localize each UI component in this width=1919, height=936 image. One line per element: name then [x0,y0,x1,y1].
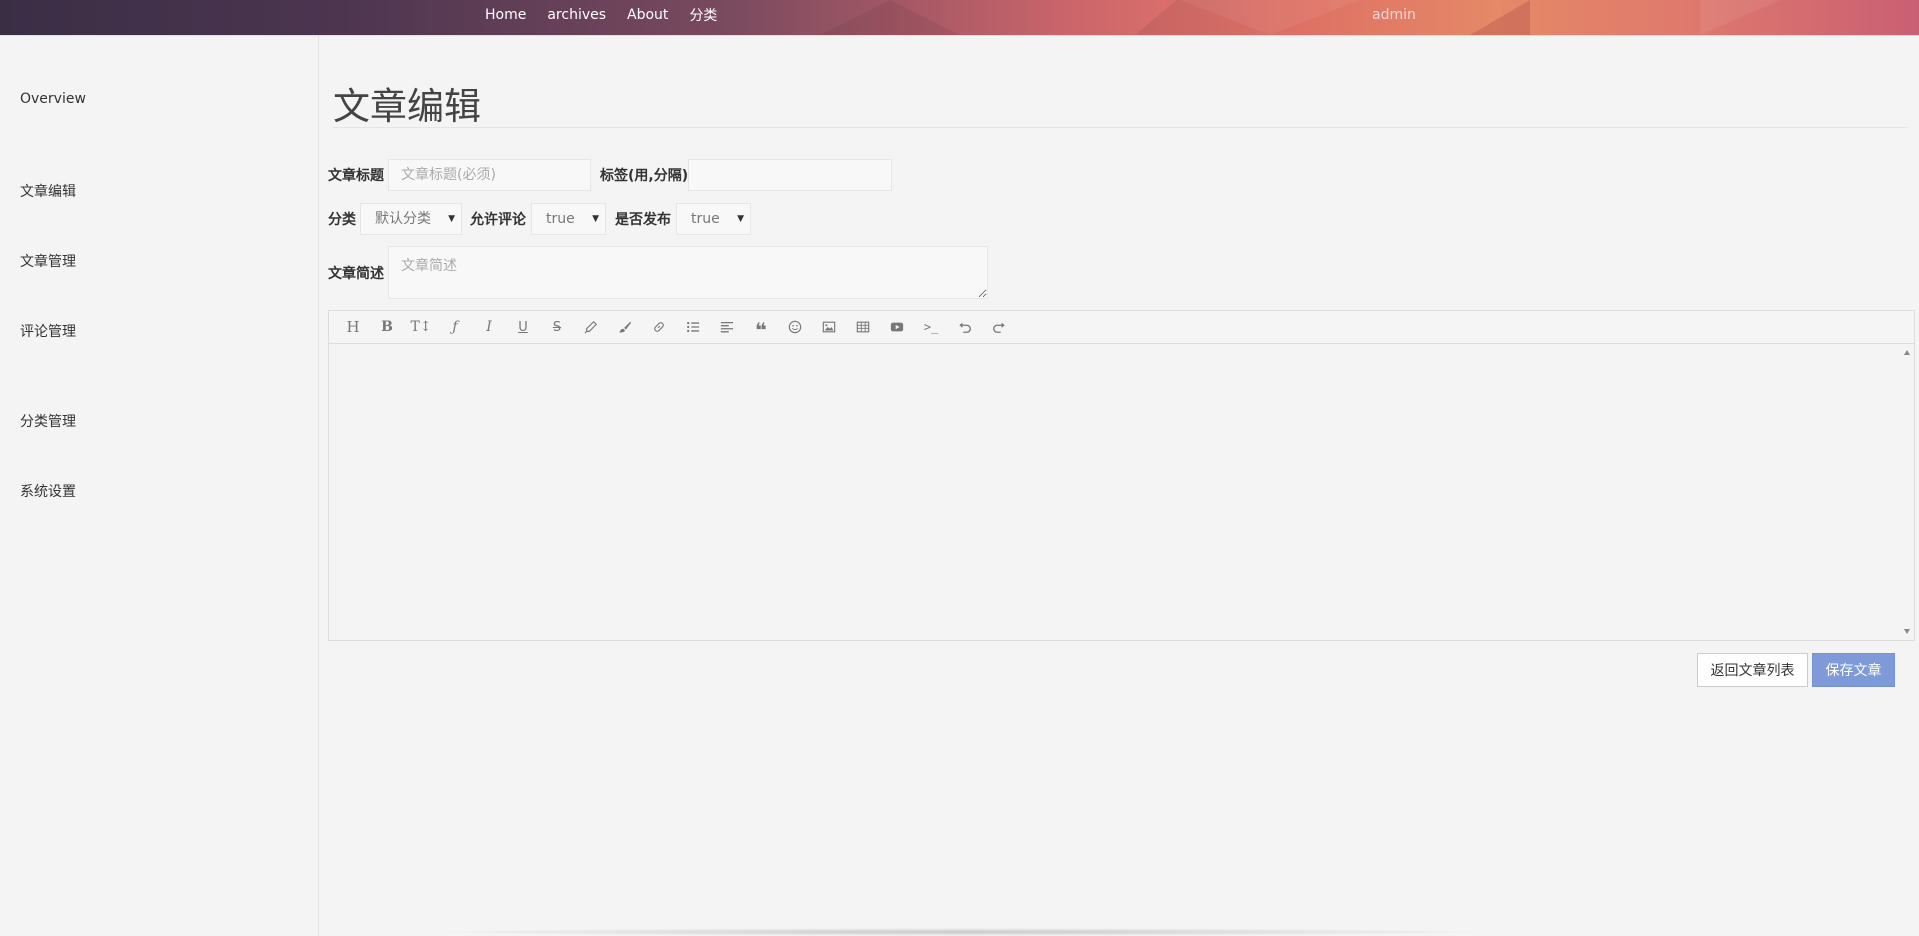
redo-icon-svg [993,322,1005,333]
code-icon[interactable]: >_ [914,315,948,339]
align-icon[interactable] [710,315,744,339]
link-icon[interactable] [642,315,676,339]
sidebar-item-article-manage[interactable]: 文章管理 [20,251,76,271]
heading-icon[interactable]: H [336,315,370,339]
bold-icon[interactable]: B [370,315,404,339]
allow-comment-select[interactable]: true ▼ [531,203,606,235]
title-input[interactable] [388,159,591,191]
title-label: 文章标题 [328,168,384,184]
chevron-down-icon: ▼ [592,214,599,224]
editor-toolbar: H B T↕ ƒ I U S ❝ >_ [329,311,1914,344]
category-label: 分类 [328,212,356,228]
footer-shadow [420,928,1500,936]
table-icon-svg [856,321,870,333]
sidebar-item-comment-manage[interactable]: 评论管理 [20,321,76,341]
highlighter-icon[interactable] [574,315,608,339]
nav-link-category[interactable]: 分类 [689,5,717,25]
sidebar-item-overview[interactable]: Overview [20,91,86,107]
nav-links: Home archives About 分类 [485,0,717,30]
undo-icon-svg [959,322,971,333]
allow-comment-select-value: true [546,211,575,227]
scroll-up-arrow-icon[interactable] [1904,350,1910,355]
font-family-icon[interactable]: ƒ [438,315,472,339]
tags-input[interactable] [688,159,892,191]
summary-wrapper [388,246,988,299]
brush-icon[interactable] [608,315,642,339]
highlighter-icon-svg [584,320,598,334]
markdown-editor: H B T↕ ƒ I U S ❝ >_ [328,310,1915,641]
emoji-icon[interactable] [778,315,812,339]
back-to-list-button[interactable]: 返回文章列表 [1697,653,1808,687]
undo-icon[interactable] [948,315,982,339]
sidebar-item-category-manage[interactable]: 分类管理 [20,411,76,431]
link-icon-svg [654,322,664,332]
category-select-value: 默认分类 [375,211,431,227]
nav-link-archives[interactable]: archives [547,7,606,23]
editor-scrollbar[interactable] [1900,344,1914,640]
video-icon-svg [890,322,904,332]
sidebar-item-edit-article[interactable]: 文章编辑 [20,181,76,201]
nav-link-about[interactable]: About [627,7,668,23]
strikethrough-icon[interactable]: S [540,315,574,339]
banner-facet [1470,0,1530,35]
summary-textarea[interactable] [388,246,988,299]
nav-user-link[interactable]: admin [1372,0,1416,30]
emoji-icon-svg [788,320,802,334]
chevron-down-icon: ▼ [737,214,744,224]
summary-label: 文章简述 [328,266,384,282]
publish-select[interactable]: true ▼ [676,203,751,235]
image-icon[interactable] [812,315,846,339]
redo-icon[interactable] [982,315,1016,339]
italic-icon[interactable]: I [472,315,506,339]
page-title: 文章编辑 [333,85,481,128]
underline-icon[interactable]: U [506,315,540,339]
banner-facet [820,0,960,35]
list-icon[interactable] [676,315,710,339]
align-icon-svg [720,321,734,333]
tags-label: 标签(用,分隔) [600,168,689,184]
sidebar-item-system-settings[interactable]: 系统设置 [20,481,76,501]
banner-facet [1700,0,1780,35]
sidebar: Overview 文章编辑 文章管理 评论管理 分类管理 系统设置 [0,35,319,936]
chevron-down-icon: ▼ [448,214,455,224]
publish-select-value: true [691,211,720,227]
top-navbar: Home archives About 分类 admin [0,0,1919,36]
scroll-down-arrow-icon[interactable] [1904,629,1910,634]
table-icon[interactable] [846,315,880,339]
image-icon-svg [822,321,836,333]
publish-label: 是否发布 [615,212,671,228]
font-size-icon[interactable]: T↕ [404,315,438,339]
category-select[interactable]: 默认分类 ▼ [360,203,462,235]
nav-link-home[interactable]: Home [485,7,526,23]
banner-facet [1180,0,1360,35]
brush-icon-svg [618,321,632,333]
editor-content-area[interactable] [329,344,1900,640]
allow-comment-label: 允许评论 [470,212,526,228]
save-article-button[interactable]: 保存文章 [1812,653,1895,687]
title-divider [333,127,1908,128]
quote-icon[interactable]: ❝ [744,312,778,342]
list-icon-svg [687,321,700,333]
video-icon[interactable] [880,315,914,339]
